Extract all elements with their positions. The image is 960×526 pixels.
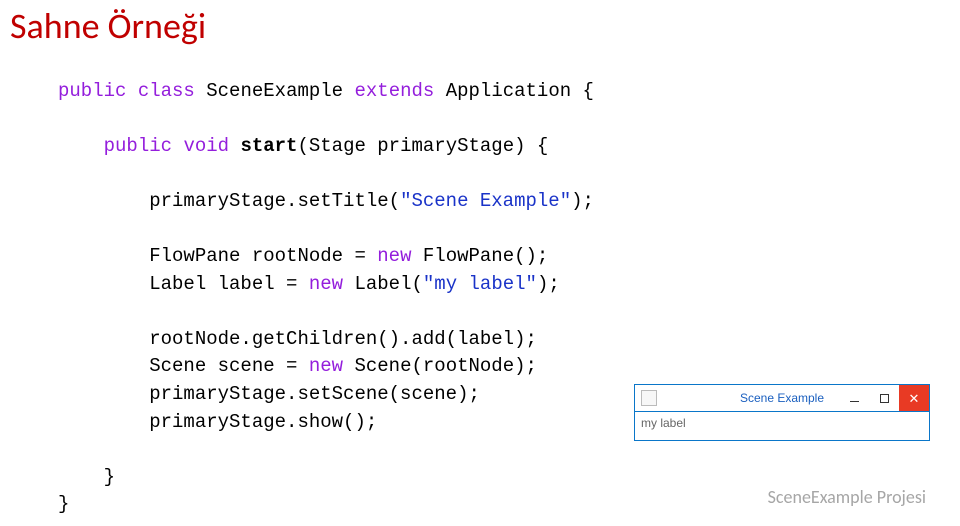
maximize-button[interactable]	[869, 385, 899, 411]
brace: }	[104, 466, 115, 488]
close-button[interactable]: ✕	[899, 385, 929, 411]
stmt: FlowPane();	[411, 245, 548, 267]
stmt: primaryStage.setScene(scene);	[149, 383, 480, 405]
keyword-void: void	[183, 135, 229, 157]
type-name: SceneExample	[206, 80, 343, 102]
string-literal: "Scene Example"	[400, 190, 571, 212]
stmt: Scene(rootNode);	[343, 355, 537, 377]
method-name: start	[240, 135, 297, 157]
close-icon: ✕	[909, 392, 920, 405]
slide: Sahne Örneği public class SceneExample e…	[0, 0, 960, 526]
slide-title: Sahne Örneği	[10, 4, 206, 48]
stmt-end: );	[571, 190, 594, 212]
param-sig: (Stage primaryStage) {	[297, 135, 548, 157]
stmt: Scene scene =	[149, 355, 309, 377]
stmt: FlowPane rootNode =	[149, 245, 377, 267]
stmt: primaryStage.show();	[149, 411, 377, 433]
keyword-new: new	[309, 355, 343, 377]
stmt: Label(	[343, 273, 423, 295]
window-titlebar[interactable]: Scene Example ✕	[635, 385, 929, 412]
keyword-public: public	[58, 80, 126, 102]
base-type: Application	[446, 80, 571, 102]
keyword-new: new	[377, 245, 411, 267]
keyword-public: public	[104, 135, 172, 157]
keyword-extends: extends	[354, 80, 434, 102]
stmt: rootNode.getChildren().add(label);	[149, 328, 537, 350]
minimize-icon	[850, 401, 859, 402]
stmt: primaryStage.setTitle(	[149, 190, 400, 212]
string-literal: "my label"	[423, 273, 537, 295]
maximize-icon	[880, 394, 889, 403]
keyword-class: class	[138, 80, 195, 102]
footer-text: SceneExample Projesi	[768, 486, 926, 508]
stmt-end: );	[537, 273, 560, 295]
stmt: Label label =	[149, 273, 309, 295]
brace: {	[583, 80, 594, 102]
window-buttons: ✕	[839, 385, 929, 411]
window-content-label: my label	[635, 412, 929, 440]
code-block: public class SceneExample extends Applic…	[58, 78, 594, 519]
example-window: Scene Example ✕ my label	[634, 384, 930, 441]
brace: }	[58, 493, 69, 515]
minimize-button[interactable]	[839, 385, 869, 411]
window-app-icon	[641, 390, 657, 406]
keyword-new: new	[309, 273, 343, 295]
